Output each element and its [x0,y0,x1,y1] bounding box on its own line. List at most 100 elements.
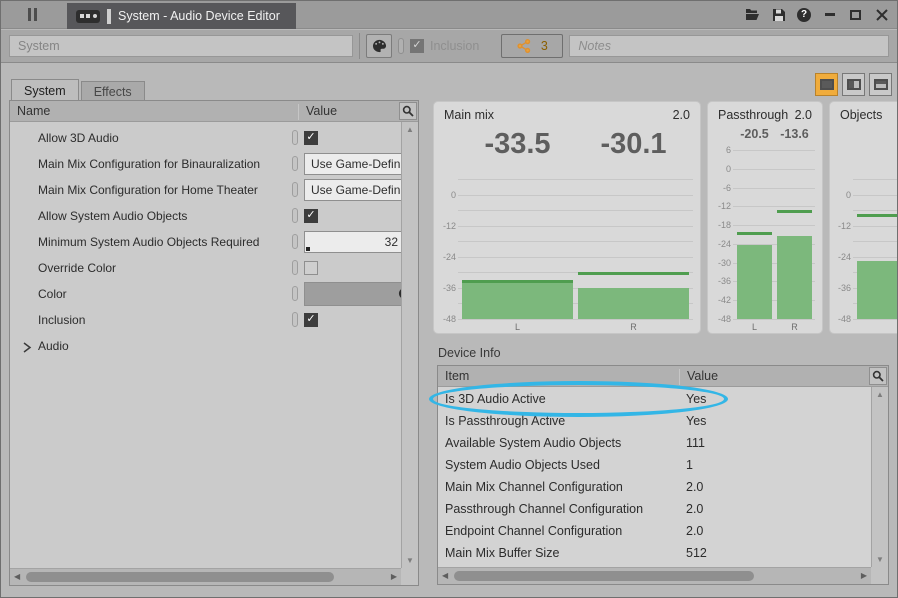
close-button[interactable] [874,7,889,22]
channel-label: L [737,322,772,332]
layout-view-buttons [815,73,892,96]
inclusion-checkbox[interactable]: ✓ [304,313,318,327]
search-icon[interactable] [869,367,887,385]
value-column-header[interactable]: Value [679,369,718,385]
meter-scale-label: -30 [710,258,731,268]
value-column-header[interactable]: Value [298,104,337,120]
meter-scale-label: -12 [710,201,731,211]
scroll-down-icon[interactable]: ▼ [402,556,418,565]
device-horizontal-scrollbar[interactable]: ◀▶ [438,567,871,584]
meter-scale-label: -24 [710,239,731,249]
meter-scale-label: -42 [710,295,731,305]
property-name: Override Color [38,255,116,281]
open-folder-icon[interactable] [745,7,760,22]
sharesets-button[interactable]: 3 [501,34,563,58]
toolbar-grip[interactable] [398,38,404,54]
property-row-main-mix-configuration-for-binauralization[interactable]: Main Mix Configuration for Binauralizati… [10,151,418,177]
meter-scale-label: -6 [710,183,731,193]
property-row-audio[interactable]: Audio [10,333,418,359]
property-name: Allow System Audio Objects [38,203,187,229]
property-row-minimum-system-audio-objects-required[interactable]: Minimum System Audio Objects Required 32 [10,229,418,255]
dock-grip-icon[interactable] [28,8,42,22]
expand-chevron-icon[interactable] [22,340,33,351]
toolbar-separator [359,33,360,59]
scroll-down-icon[interactable]: ▼ [872,555,888,564]
meter-panel-main-mix: Main mix2.00-12-24-36-48-33.5L-30.1R [433,101,701,334]
window-tab[interactable]: System - Audio Device Editor [67,3,296,29]
device-info-row-main-mix-buffer-size[interactable]: Main Mix Buffer Size 512 [438,543,871,565]
maximize-button[interactable] [848,7,863,22]
device-info-row-is-passthrough-active[interactable]: Is Passthrough Active Yes [438,411,871,433]
property-row-color[interactable]: Color [10,281,418,307]
item-column-header[interactable]: Item [445,369,469,383]
help-icon[interactable]: ? [797,8,811,22]
scrollbar-thumb[interactable] [454,571,754,581]
window-controls: ? [745,7,889,22]
property-name: Main Mix Configuration for Binauralizati… [38,151,260,177]
device-info-value: 111 [686,436,705,450]
column-splitter-grip[interactable] [292,156,298,171]
properties-vertical-scrollbar[interactable]: ▲▼ [401,122,418,568]
device-info-item: Available System Audio Objects [445,436,621,450]
meter-peak-line [777,210,812,213]
object-color-strip [107,9,111,24]
color-picker-button[interactable] [366,34,392,58]
property-row-main-mix-configuration-for-home-theater[interactable]: Main Mix Configuration for Home Theater … [10,177,418,203]
device-info-item: System Audio Objects Used [445,458,600,472]
scroll-right-icon[interactable]: ▶ [391,572,397,581]
device-info-item: Is 3D Audio Active [445,392,546,406]
device-info-item: Endpoint Channel Configuration [445,524,622,538]
property-row-allow-3d-audio[interactable]: Allow 3D Audio ✓ [10,125,418,151]
device-vertical-scrollbar[interactable]: ▲▼ [871,387,888,567]
tab-effects[interactable]: Effects [81,81,145,101]
column-splitter-grip[interactable] [292,208,298,223]
layout-vertical-split-button[interactable] [842,73,865,96]
property-row-override-color[interactable]: Override Color [10,255,418,281]
meter-scale-label: 6 [710,145,731,155]
scroll-right-icon[interactable]: ▶ [861,571,867,580]
tab-system[interactable]: System [11,79,79,101]
column-splitter-grip[interactable] [292,182,298,197]
property-row-inclusion[interactable]: Inclusion ✓ [10,307,418,333]
inclusion-label: Inclusion [430,39,479,53]
minimize-button[interactable] [822,7,837,22]
layout-horizontal-split-button[interactable] [869,73,892,96]
object-name-input[interactable] [9,35,353,57]
search-icon[interactable] [399,102,417,120]
column-splitter-grip[interactable] [292,312,298,327]
scrollbar-thumb[interactable] [26,572,334,582]
inclusion-checkbox[interactable]: ✓ [410,39,424,53]
property-name: Inclusion [38,307,85,333]
meter-title: Main mix [444,108,494,122]
meter-panel-passthrough: Passthrough2.060-6-12-18-24-30-36-42-48-… [707,101,823,334]
meter-peak-value: -30.1 [600,128,666,161]
column-splitter-grip[interactable] [292,234,298,249]
allow-system-audio-objects-checkbox[interactable]: ✓ [304,209,318,223]
scroll-left-icon[interactable]: ◀ [14,572,20,581]
device-info-row-available-system-audio-objects[interactable]: Available System Audio Objects 111 [438,433,871,455]
notes-input[interactable] [569,35,889,57]
device-info-row-passthrough-channel-configuration[interactable]: Passthrough Channel Configuration 2.0 [438,499,871,521]
properties-horizontal-scrollbar[interactable]: ◀▶ [10,568,401,585]
scroll-up-icon[interactable]: ▲ [872,390,888,399]
column-splitter-grip[interactable] [292,260,298,275]
channel-label: R [777,322,812,332]
save-icon[interactable] [771,7,786,22]
column-splitter-grip[interactable] [292,286,298,301]
device-info-row-endpoint-channel-configuration[interactable]: Endpoint Channel Configuration 2.0 [438,521,871,543]
override-color-checkbox[interactable] [304,261,318,275]
device-info-value: Yes [686,392,706,406]
layout-single-button[interactable] [815,73,838,96]
scroll-up-icon[interactable]: ▲ [402,125,418,134]
scroll-left-icon[interactable]: ◀ [442,571,448,580]
property-row-allow-system-audio-objects[interactable]: Allow System Audio Objects ✓ [10,203,418,229]
name-column-header[interactable]: Name [17,104,50,118]
allow-3d-audio-checkbox[interactable]: ✓ [304,131,318,145]
device-info-row-main-mix-channel-configuration[interactable]: Main Mix Channel Configuration 2.0 [438,477,871,499]
meter-title: Passthrough [718,108,788,122]
column-splitter-grip[interactable] [292,130,298,145]
device-info-value: 1 [686,458,693,472]
device-info-row-is-3d-audio-active[interactable]: Is 3D Audio Active Yes [438,389,871,411]
device-info-row-system-audio-objects-used[interactable]: System Audio Objects Used 1 [438,455,871,477]
editor-tabs: SystemEffects [11,79,145,101]
